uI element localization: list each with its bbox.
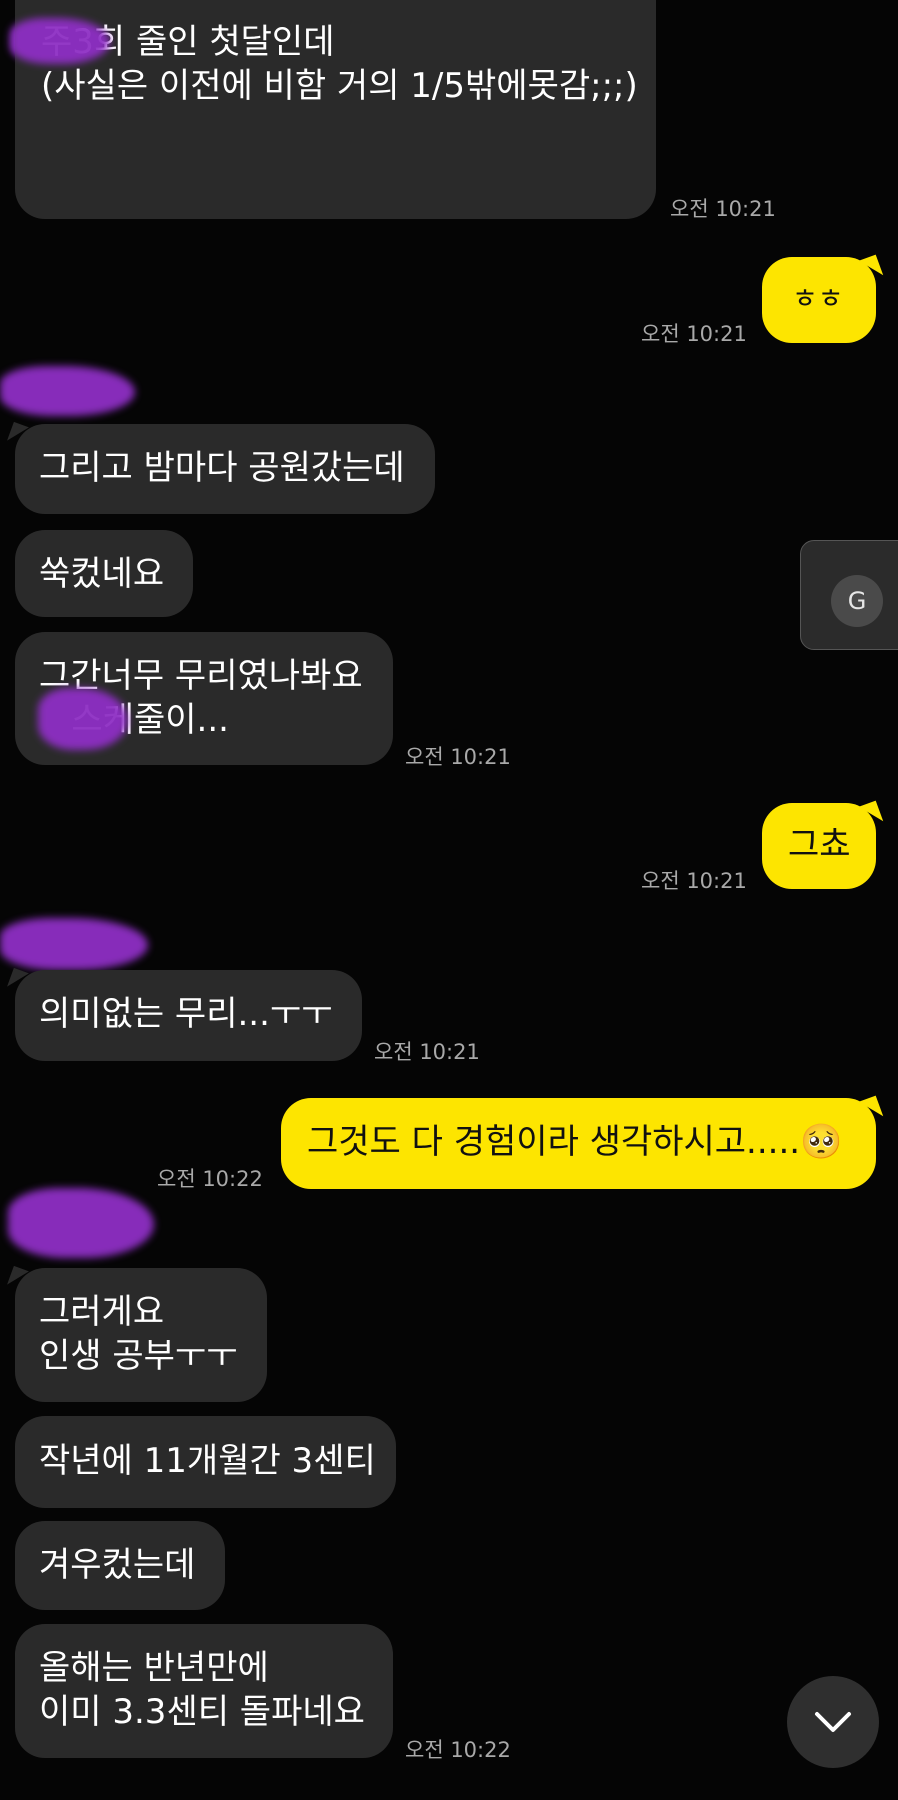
redacted-name-2 — [0, 366, 135, 416]
message-bubble-incoming[interactable]: 겨우컸는데 — [15, 1521, 225, 1610]
google-translate-icon: G — [831, 575, 883, 627]
scroll-to-bottom-button[interactable] — [787, 1676, 879, 1768]
message-bubble-incoming[interactable]: 주3회 줄인 첫달인데 (사실은 이전에 비함 거의 1/5밖에못감;;;) — [15, 0, 656, 219]
redacted-name-3 — [0, 918, 148, 970]
message-bubble-outgoing[interactable]: 그쵸 — [762, 803, 876, 889]
chevron-down-icon — [815, 1712, 851, 1732]
message-bubble-incoming[interactable]: 그리고 밤마다 공원갔는데 — [15, 424, 435, 514]
message-bubble-outgoing[interactable]: ㅎㅎ — [762, 257, 876, 343]
redacted-name-4 — [8, 1188, 154, 1258]
message-bubble-incoming[interactable]: 쑥컸네요 — [15, 530, 193, 617]
message-timestamp: 오전 10:21 — [641, 322, 747, 346]
message-timestamp: 오전 10:21 — [641, 869, 747, 893]
message-bubble-incoming[interactable]: 올해는 반년만에 이미 3.3센티 돌파네요 — [15, 1624, 393, 1758]
message-timestamp: 오전 10:22 — [157, 1167, 263, 1191]
message-bubble-outgoing[interactable]: 그것도 다 경험이라 생각하시고.....🥺 — [281, 1098, 876, 1189]
message-timestamp: 오전 10:22 — [405, 1738, 511, 1762]
message-timestamp: 오전 10:21 — [374, 1040, 480, 1064]
message-timestamp: 오전 10:21 — [670, 197, 776, 221]
message-bubble-incoming[interactable]: 의미없는 무리...ㅜㅜ — [15, 970, 362, 1061]
redacted-inline-1 — [10, 18, 110, 64]
redacted-inline-2 — [38, 688, 128, 750]
message-timestamp: 오전 10:21 — [405, 745, 511, 769]
message-bubble-incoming[interactable]: 그러게요 인생 공부ㅜㅜ — [15, 1268, 267, 1402]
translate-button[interactable]: G — [800, 540, 898, 650]
message-bubble-incoming[interactable]: 작년에 11개월간 3센티 — [15, 1416, 396, 1508]
